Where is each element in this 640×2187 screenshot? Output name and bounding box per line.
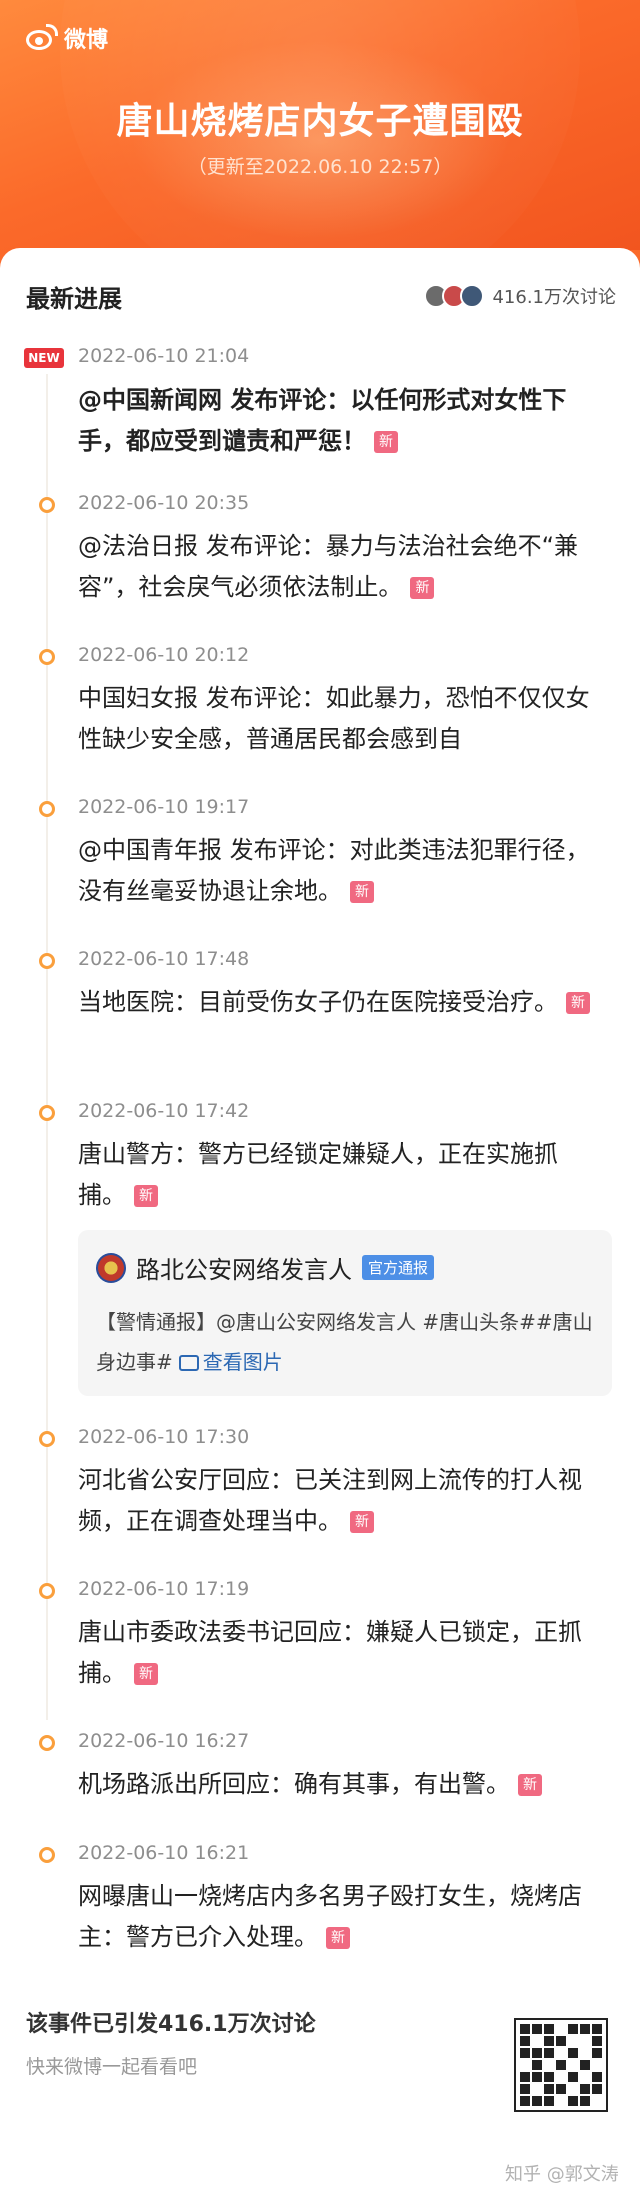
timeline-dot [39, 801, 55, 817]
new-tag: NEW [24, 348, 64, 368]
timeline-dot [39, 497, 55, 513]
timeline-dot [39, 1735, 55, 1751]
timeline-time: 2022-06-10 20:12 [78, 644, 250, 666]
progress-card: 最新进展 416.1万次讨论 NEW 2022-06-10 21:04 @中国新… [0, 248, 640, 2187]
qr-code[interactable] [514, 2018, 608, 2112]
official-badge: 官方通报 [362, 1255, 435, 1280]
police-badge-icon [96, 1252, 126, 1283]
timeline-text: 网曝唐山一烧烤店内多名男子殴打女生，烧烤店主：警方已介入处理。新 [78, 1882, 582, 1951]
timeline-dot [39, 1105, 55, 1121]
timeline-time: 2022-06-10 17:19 [78, 1578, 250, 1600]
timeline-time: 2022-06-10 19:17 [78, 796, 250, 818]
timeline-time: 2022-06-10 21:04 [78, 345, 250, 367]
footer: 该事件已引发416.1万次讨论 快来微博一起看看吧 [26, 2006, 316, 2079]
timeline-time: 2022-06-10 16:21 [78, 1842, 250, 1864]
timeline-text: @中国新闻网 发布评论：以任何形式对女性下手，都应受到谴责和严惩！新 [78, 386, 567, 455]
event-header: 微博 唐山烧烤店内女子遭围殴 （更新至2022.06.10 22:57） [0, 0, 640, 250]
timeline-time: 2022-06-10 17:42 [78, 1100, 250, 1122]
avatar-group [424, 284, 485, 308]
new-badge: 新 [134, 1185, 158, 1207]
discussion-meta[interactable]: 416.1万次讨论 [424, 283, 616, 309]
quote-body: 【警情通报】@唐山公安网络发言人 #唐山头条##唐山身边事# 查看图片 [96, 1310, 593, 1374]
footer-subtitle: 快来微博一起看看吧 [26, 2056, 198, 2078]
timeline-time: 2022-06-10 16:27 [78, 1730, 250, 1752]
new-badge: 新 [350, 1511, 374, 1533]
timeline-time: 2022-06-10 17:48 [78, 948, 250, 970]
timeline-dot [39, 1431, 55, 1447]
card-title: 最新进展 [26, 284, 122, 313]
new-badge: 新 [410, 577, 435, 599]
quote-header: 路北公安网络发言人 官方通报 [96, 1250, 435, 1285]
timeline-dot [39, 1583, 55, 1599]
timeline-dot [39, 649, 55, 665]
timeline-text: 唐山警方：警方已经锁定嫌疑人，正在实施抓捕。新 [78, 1140, 558, 1209]
footer-title: 该事件已引发416.1万次讨论 [26, 2012, 316, 2037]
event-title: 唐山烧烤店内女子遭围殴 [116, 101, 524, 142]
quoted-post[interactable]: 路北公安网络发言人 官方通报 【警情通报】@唐山公安网络发言人 #唐山头条##唐… [78, 1230, 612, 1396]
new-badge: 新 [134, 1663, 158, 1685]
weibo-eye-icon [22, 24, 58, 52]
new-badge: 新 [518, 1774, 542, 1796]
timeline-rail [46, 374, 48, 1720]
timeline-time: 2022-06-10 17:30 [78, 1426, 250, 1448]
new-badge: 新 [350, 881, 374, 903]
timeline-text: 唐山市委政法委书记回应：嫌疑人已锁定，正抓捕。新 [78, 1618, 582, 1687]
timeline-text: 中国妇女报 发布评论：如此暴力，恐怕不仅仅女性缺少安全感，普通居民都会感到自 [78, 684, 590, 753]
new-badge: 新 [326, 1927, 350, 1949]
weibo-logo[interactable]: 微博 [22, 22, 108, 54]
timeline-dot [39, 1847, 55, 1863]
new-badge: 新 [566, 992, 590, 1014]
discussion-count: 416.1万次讨论 [492, 287, 616, 308]
timeline-time: 2022-06-10 20:35 [78, 492, 250, 514]
quote-author[interactable]: 路北公安网络发言人 [136, 1250, 352, 1285]
timeline-text: @法治日报 发布评论：暴力与法治社会绝不“兼容”，社会戾气必须依法制止。新 [78, 532, 579, 601]
brand-name: 微博 [64, 28, 109, 53]
image-icon [178, 1355, 199, 1371]
new-badge: 新 [374, 431, 398, 453]
card-header: 最新进展 416.1万次讨论 [26, 278, 616, 314]
timeline-text: 机场路派出所回应：确有其事，有出警。新 [78, 1764, 598, 1805]
timeline-text: @中国青年报 发布评论：对此类违法犯罪行径，没有丝毫妥协退让余地。新 [78, 836, 590, 905]
watermark: 知乎 @郭文涛 [505, 2164, 619, 2185]
update-time: （更新至2022.06.10 22:57） [187, 156, 453, 178]
timeline-text: 河北省公安厅回应：已关注到网上流传的打人视频，正在调查处理当中。新 [78, 1466, 582, 1535]
avatar [460, 284, 485, 308]
view-image-link[interactable]: 查看图片 [203, 1350, 283, 1374]
timeline-dot [39, 953, 55, 969]
timeline-text: 当地医院：目前受伤女子仍在医院接受治疗。新 [78, 982, 598, 1023]
